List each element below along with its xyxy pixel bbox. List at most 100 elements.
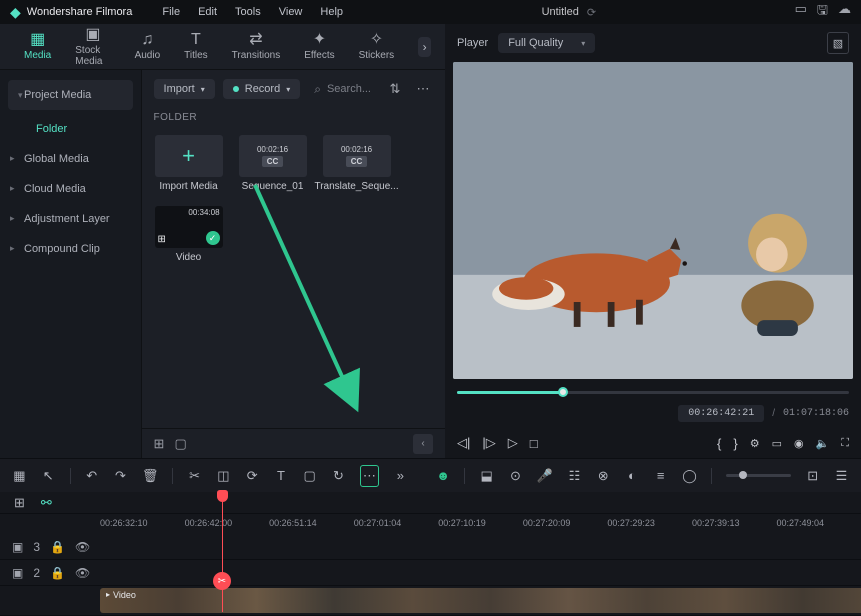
- asset-tabs: ▦Media ▣Stock Media ♫Audio TTitles ⇄Tran…: [0, 24, 445, 70]
- stop-button[interactable]: □: [530, 436, 538, 451]
- delete-icon[interactable]: 🗑: [142, 467, 159, 485]
- pointer-tool-icon[interactable]: ↖: [41, 467, 56, 485]
- render-icon[interactable]: ◯: [682, 467, 697, 485]
- tracking-icon[interactable]: ⊗: [596, 467, 611, 485]
- undo-icon[interactable]: ↶: [84, 467, 99, 485]
- tab-effects[interactable]: ✦Effects: [304, 32, 334, 61]
- sequence-tile[interactable]: 00:02:16CC Sequence_01: [238, 135, 308, 192]
- color-icon[interactable]: ◐: [625, 467, 640, 485]
- prev-frame-button[interactable]: ◁|: [457, 435, 470, 451]
- visibility-icon[interactable]: 👁: [75, 566, 90, 580]
- volume-icon[interactable]: 🔈: [816, 437, 830, 450]
- save-icon[interactable]: 🖫: [817, 1, 828, 23]
- speed-icon[interactable]: ⟳: [245, 467, 260, 485]
- marker-icon[interactable]: ⬓: [479, 467, 494, 485]
- playhead[interactable]: [222, 492, 223, 612]
- menu-help[interactable]: Help: [320, 6, 343, 18]
- sidebar-adjustment-layer[interactable]: ▸Adjustment Layer: [0, 204, 141, 234]
- video-tile[interactable]: 00:34:08⊞✓ Video: [154, 206, 224, 263]
- new-bin-icon[interactable]: ▢: [174, 436, 186, 452]
- media-browser: Import▾ Record▾ ⌕Search... ⇅ ⋯ FOLDER + …: [142, 70, 445, 458]
- audio-mix-icon[interactable]: ≡: [653, 467, 668, 485]
- cut-icon[interactable]: ✂: [187, 467, 202, 485]
- settings-icon[interactable]: ⚙: [750, 437, 760, 450]
- media-sidebar: ▾Project Media Folder ▸Global Media ▸Clo…: [0, 70, 142, 458]
- scrub-bar[interactable]: [457, 385, 849, 401]
- more-tools-icon[interactable]: ⋯: [360, 465, 379, 487]
- tab-transitions[interactable]: ⇄Transitions: [232, 32, 281, 61]
- tabs-more-button[interactable]: ›: [418, 37, 431, 57]
- video-clip[interactable]: Video: [100, 588, 861, 613]
- next-frame-button[interactable]: |▷: [482, 435, 495, 451]
- track-v2: ▣2🔒👁: [0, 560, 861, 586]
- tab-stockmedia[interactable]: ▣Stock Media: [75, 27, 110, 67]
- quality-dropdown[interactable]: Full Quality▾: [498, 33, 595, 53]
- link-icon[interactable]: ⚯: [41, 495, 52, 511]
- timeline: ⊞ ⚯ 00:26:32:1000:26:42:0000:26:51:1400:…: [0, 492, 861, 616]
- translate-sequence-tile[interactable]: 00:02:16CC Translate_Seque...: [322, 135, 392, 192]
- sidebar-global-media[interactable]: ▸Global Media: [0, 144, 141, 174]
- collapse-button[interactable]: ‹: [413, 434, 433, 454]
- media-panel: ▦Media ▣Stock Media ♫Audio TTitles ⇄Tran…: [0, 24, 445, 458]
- track-v1: Video: [0, 586, 861, 616]
- display-icon[interactable]: ▭: [772, 437, 782, 450]
- time-ruler[interactable]: 00:26:32:1000:26:42:0000:26:51:1400:27:0…: [100, 514, 861, 534]
- fullscreen-icon[interactable]: ⛶: [841, 437, 849, 450]
- filter-icon[interactable]: ⇅: [385, 79, 405, 99]
- preview-viewport[interactable]: [453, 62, 853, 379]
- tab-media[interactable]: ▦Media: [24, 32, 51, 61]
- app-logo: ◆ Wondershare Filmora: [10, 4, 132, 21]
- menu-view[interactable]: View: [279, 6, 303, 18]
- lock-icon[interactable]: 🔒: [50, 540, 65, 554]
- visibility-icon[interactable]: 👁: [75, 540, 90, 554]
- menu-edit[interactable]: Edit: [198, 6, 217, 18]
- project-title: Untitled ⟳: [357, 6, 781, 19]
- subtitle-icon[interactable]: ☷: [567, 467, 582, 485]
- menu-tools[interactable]: Tools: [235, 6, 261, 18]
- tab-titles[interactable]: TTitles: [184, 32, 208, 61]
- snap-icon[interactable]: ⊞: [14, 495, 25, 511]
- menu-file[interactable]: File: [162, 6, 180, 18]
- frame-icon[interactable]: ▢: [302, 467, 317, 485]
- tab-audio[interactable]: ♫Audio: [135, 32, 161, 61]
- sidebar-cloud-media[interactable]: ▸Cloud Media: [0, 174, 141, 204]
- voice-icon[interactable]: ⊙: [508, 467, 523, 485]
- new-folder-icon[interactable]: ⊞: [154, 436, 165, 452]
- lock-icon[interactable]: 🔒: [50, 566, 65, 580]
- cloud-icon[interactable]: ☁: [838, 1, 851, 23]
- sidebar-compound-clip[interactable]: ▸Compound Clip: [0, 234, 141, 264]
- timecode-total: 01:07:18:06: [783, 408, 849, 419]
- main-menu: File Edit Tools View Help: [162, 6, 343, 18]
- rotate-icon[interactable]: ↻: [331, 467, 346, 485]
- select-tool-icon[interactable]: ▦: [12, 467, 27, 485]
- zoom-fit-icon[interactable]: ⊡: [805, 467, 820, 485]
- mark-out-button[interactable]: }: [733, 436, 737, 451]
- zoom-slider[interactable]: [726, 474, 792, 477]
- redo-icon[interactable]: ↷: [113, 467, 128, 485]
- overflow-icon[interactable]: »: [393, 467, 408, 485]
- preview-panel: Player Full Quality▾ ▧: [445, 24, 861, 458]
- track-icon[interactable]: ▣: [12, 540, 23, 554]
- track-icon[interactable]: ▣: [12, 566, 23, 580]
- import-button[interactable]: Import▾: [154, 79, 215, 99]
- import-media-tile[interactable]: + Import Media: [154, 135, 224, 192]
- snapshot-button[interactable]: ▧: [827, 32, 849, 54]
- app-name: Wondershare Filmora: [27, 6, 133, 18]
- mic-icon[interactable]: 🎤: [537, 467, 553, 485]
- tab-stickers[interactable]: ✧Stickers: [359, 32, 395, 61]
- search-input[interactable]: ⌕Search...: [308, 82, 377, 97]
- sidebar-project-media[interactable]: ▾Project Media: [8, 80, 133, 110]
- titlebar: ◆ Wondershare Filmora File Edit Tools Vi…: [0, 0, 861, 24]
- sidebar-folder[interactable]: Folder: [0, 114, 141, 144]
- more-icon[interactable]: ⋯: [413, 79, 433, 99]
- play-button[interactable]: ▷: [508, 435, 518, 451]
- timecode-current[interactable]: 00:26:42:21: [678, 405, 764, 422]
- crop-icon[interactable]: ◫: [216, 467, 231, 485]
- layout-icon[interactable]: ▭: [795, 1, 807, 23]
- ai-portrait-icon[interactable]: ☻: [436, 467, 451, 485]
- camera-icon[interactable]: ◉: [794, 437, 804, 450]
- record-button[interactable]: Record▾: [223, 79, 300, 99]
- mark-in-button[interactable]: {: [717, 436, 721, 451]
- text-icon[interactable]: T: [274, 467, 289, 485]
- timeline-view-icon[interactable]: ☰: [834, 467, 849, 485]
